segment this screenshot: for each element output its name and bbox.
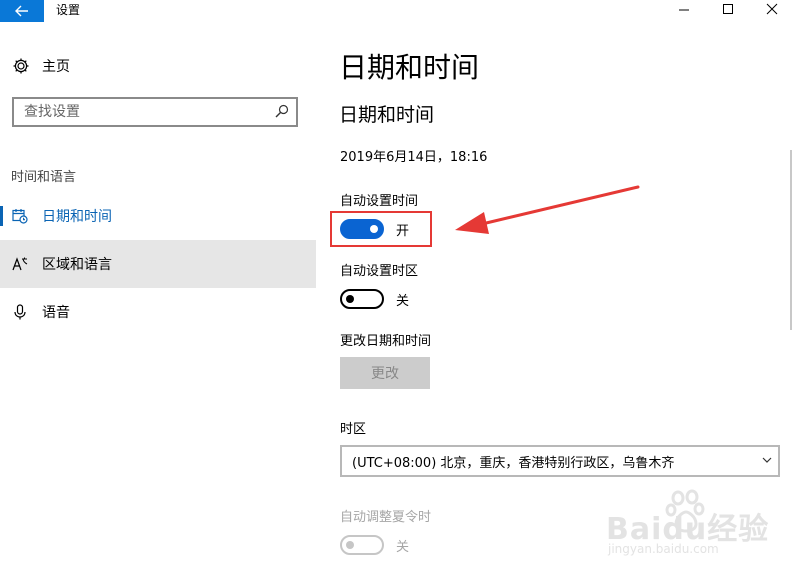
- language-icon: [11, 256, 29, 272]
- toggle-knob: [346, 295, 354, 303]
- annotation-highlight-box: [330, 211, 432, 247]
- sidebar-item-label: 语音: [42, 305, 70, 321]
- sidebar-item-region-language[interactable]: 区域和语言: [0, 240, 316, 288]
- sidebar-item-speech[interactable]: 语音: [0, 288, 316, 336]
- baidu-watermark: Baidu经验 jingyan.baidu.com: [606, 488, 776, 570]
- sidebar-item-label: 日期和时间: [42, 209, 112, 225]
- maximize-icon: [723, 4, 733, 14]
- current-datetime: 2019年6月14日，18:16: [340, 150, 488, 165]
- auto-timezone-state: 关: [396, 294, 410, 309]
- annotation-arrow-icon: [455, 185, 640, 234]
- window-title: 设置: [56, 3, 81, 17]
- dst-label: 自动调整夏令时: [340, 510, 432, 525]
- sidebar-item-label: 区域和语言: [42, 257, 112, 273]
- page-title: 日期和时间: [339, 51, 480, 84]
- calendar-clock-icon: [11, 208, 29, 224]
- back-arrow-icon: [15, 5, 28, 17]
- chevron-down-icon: [762, 457, 772, 463]
- dst-toggle[interactable]: [340, 535, 384, 555]
- section-title: 日期和时间: [339, 104, 435, 126]
- maximize-button[interactable]: [708, 0, 748, 18]
- sidebar-home-label: 主页: [42, 59, 70, 75]
- sidebar-home[interactable]: 主页: [12, 55, 70, 77]
- watermark-url: jingyan.baidu.com: [608, 542, 719, 556]
- timezone-label: 时区: [340, 422, 367, 437]
- timezone-value: (UTC+08:00) 北京，重庆，香港特别行政区，乌鲁木齐: [352, 455, 675, 471]
- gear-icon: [13, 58, 29, 74]
- change-datetime-label: 更改日期和时间: [340, 334, 432, 349]
- minimize-button[interactable]: [664, 0, 704, 18]
- toggle-knob: [346, 541, 354, 549]
- minimize-icon: [679, 9, 689, 11]
- timezone-dropdown[interactable]: (UTC+08:00) 北京，重庆，香港特别行政区，乌鲁木齐: [340, 445, 780, 477]
- change-datetime-button[interactable]: 更改: [340, 357, 430, 389]
- sidebar-item-date-time[interactable]: 日期和时间: [0, 192, 316, 240]
- auto-timezone-label: 自动设置时区: [340, 264, 419, 279]
- back-button[interactable]: [0, 0, 44, 22]
- dst-state: 关: [396, 540, 410, 555]
- search-icon[interactable]: [275, 104, 289, 118]
- search-box[interactable]: [12, 97, 298, 127]
- search-input[interactable]: [24, 101, 254, 123]
- auto-timezone-toggle[interactable]: [340, 289, 384, 309]
- scrollbar[interactable]: [790, 150, 792, 330]
- close-icon: [766, 3, 778, 15]
- microphone-icon: [11, 304, 29, 320]
- auto-time-label: 自动设置时间: [340, 194, 419, 209]
- close-button[interactable]: [752, 0, 792, 18]
- sidebar-section-title: 时间和语言: [11, 170, 77, 185]
